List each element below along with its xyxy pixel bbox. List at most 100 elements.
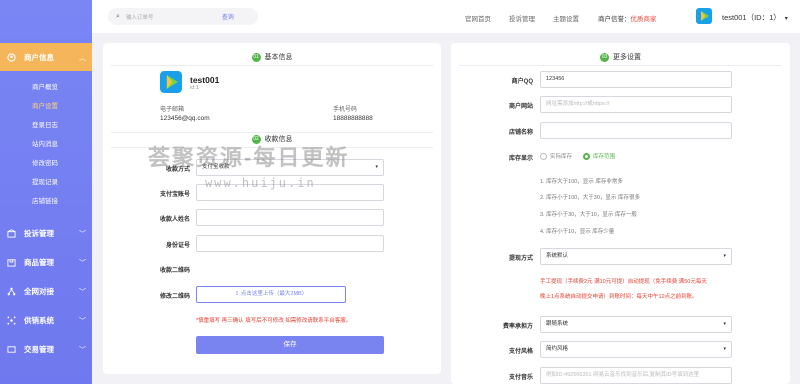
chevron-down-icon: ﹀ bbox=[79, 318, 86, 325]
stock-actual-radio[interactable]: 实际库存 bbox=[540, 152, 572, 160]
sidebar-group-label: 商品管理 bbox=[24, 258, 54, 267]
phone-label: 手机号码 bbox=[333, 107, 358, 113]
website-input[interactable]: 网址需添加http://或https:// bbox=[540, 96, 732, 113]
user-menu[interactable]: test001（ID：1） ▾ bbox=[722, 12, 788, 23]
radio-label: 库存范围 bbox=[593, 154, 616, 160]
qr-code-label: 收款二维码 bbox=[159, 268, 190, 274]
nav-theme[interactable]: 主题设置 bbox=[553, 13, 579, 23]
withdraw-select[interactable]: 系统默认 ▾ bbox=[540, 248, 732, 265]
stock-display-label: 库存显示 bbox=[508, 156, 533, 162]
merchant-rating: 商户信誉：优质商家 bbox=[598, 13, 657, 23]
sidebar-group-goods[interactable]: 商品管理 ﹀ bbox=[0, 248, 92, 277]
qq-input[interactable]: 123456 bbox=[540, 71, 732, 88]
chevron-up-icon: ︿ bbox=[79, 55, 86, 62]
sidebar-item-messages[interactable]: 站内消息 bbox=[0, 135, 92, 154]
qq-label: 商户QQ bbox=[511, 79, 533, 85]
withdraw-value: 系统默认 bbox=[546, 253, 569, 259]
goods-icon bbox=[6, 258, 16, 268]
sidebar-group-label: 投诉管理 bbox=[24, 229, 54, 238]
stock-hint: 3. 库存小于30，大于10，显示 库存一般 bbox=[540, 212, 637, 218]
divider bbox=[111, 132, 433, 133]
radio-circle bbox=[583, 152, 590, 160]
stock-hint: 1. 库存大于100，显示 库存非常多 bbox=[540, 179, 623, 185]
fee-bearer-value: 跟随系统 bbox=[546, 321, 569, 327]
fee-bearer-select[interactable]: 跟随系统 ▾ bbox=[540, 316, 732, 333]
sidebar-item-shop-link[interactable]: 店铺链接 bbox=[0, 192, 92, 211]
topbar: ⌕ 输入订单号 查询 官网首页 投诉管理 主题设置 商户信誉：优质商家 test… bbox=[92, 0, 800, 33]
sidebar-group-label: 交易管理 bbox=[24, 345, 54, 354]
pay-style-value: 简约风格 bbox=[546, 346, 569, 352]
section-more-header: 03 更多设置 bbox=[451, 52, 790, 62]
payee-name-input[interactable] bbox=[196, 209, 384, 226]
chevron-down-icon: ﹀ bbox=[79, 347, 86, 354]
sidebar-group-label: 供销系统 bbox=[24, 316, 54, 325]
chevron-down-icon: ﹀ bbox=[79, 231, 86, 238]
merchant-id: id:1 bbox=[190, 85, 199, 91]
trade-icon bbox=[6, 345, 16, 355]
sidebar-item-settings[interactable]: 商户设置 bbox=[0, 97, 92, 116]
website-label: 商户网站 bbox=[508, 104, 533, 110]
nav-complaints[interactable]: 投诉管理 bbox=[509, 13, 535, 23]
fee-bearer-label: 费率承担方 bbox=[502, 324, 533, 330]
username: test001（ID：1） bbox=[722, 13, 781, 22]
email-label: 电子邮箱 bbox=[160, 107, 185, 113]
withdraw-warning: 手工提现（手续费2元 满10元可提）自动提现（免手续费 满50元每天 bbox=[540, 279, 707, 285]
avatar bbox=[160, 71, 182, 93]
rating-value: 优质商家 bbox=[630, 16, 657, 23]
save-button[interactable]: 保存 bbox=[196, 336, 384, 354]
withdraw-warning: 晚上1点系统自动提交申请）到账时间：每天中午12点之前到账。 bbox=[540, 294, 698, 300]
section-title: 基本信息 bbox=[264, 54, 293, 61]
sidebar-group-supply[interactable]: 供销系统 ﹀ bbox=[0, 306, 92, 335]
qr-edit-label: 修改二维码 bbox=[159, 294, 190, 300]
pay-music-label: 支付音乐 bbox=[508, 375, 533, 381]
avatar[interactable] bbox=[696, 8, 712, 24]
account-card: 01 基本信息 test001 id:1 电子邮箱 123456@qq.com 手… bbox=[103, 43, 441, 374]
sidebar-item-password[interactable]: 修改密码 bbox=[0, 154, 92, 173]
sidebar-group-merchant[interactable]: 商户信息 ︿ bbox=[0, 43, 92, 71]
shop-name-input[interactable] bbox=[540, 122, 732, 139]
email-value: 123456@qq.com bbox=[160, 115, 210, 122]
rating-label: 商户信誉： bbox=[598, 16, 631, 23]
divider bbox=[459, 65, 782, 66]
complaint-icon bbox=[6, 229, 16, 239]
payment-warning: *慎重填写 再三确认 填写后不可修改 如需修改请联系平台客服。 bbox=[196, 318, 352, 324]
qr-upload-button[interactable]: ⇪ 点击这里上传（最大2MB） bbox=[196, 286, 346, 303]
pay-style-select[interactable]: 简约风格 ▾ bbox=[540, 341, 732, 358]
sidebar-item-login-log[interactable]: 登录日志 bbox=[0, 116, 92, 135]
network-icon bbox=[6, 287, 16, 297]
section-number: 03 bbox=[600, 52, 609, 62]
chevron-down-icon: ﹀ bbox=[79, 260, 86, 267]
store-icon bbox=[6, 52, 16, 62]
order-search: ⌕ 输入订单号 查询 bbox=[108, 8, 258, 25]
stock-hint: 4. 库存小于10，显示 库存少量 bbox=[540, 229, 615, 235]
sidebar-group-complaints[interactable]: 投诉管理 ﹀ bbox=[0, 219, 92, 248]
search-button[interactable]: 查询 bbox=[222, 12, 234, 21]
id-card-input[interactable] bbox=[196, 235, 384, 252]
sidebar-group-label: 全网对接 bbox=[24, 287, 54, 296]
upload-text: 点击这里上传（最大2MB） bbox=[240, 291, 308, 297]
withdraw-label: 提现方式 bbox=[508, 256, 533, 262]
section-title: 更多设置 bbox=[613, 54, 641, 61]
watermark: 荟聚资源-每日更新 bbox=[148, 145, 350, 170]
sidebar-group-network[interactable]: 全网对接 ﹀ bbox=[0, 277, 92, 306]
alipay-account-label: 支付宝账号 bbox=[159, 192, 190, 198]
sidebar-item-withdraw-log[interactable]: 提现记录 bbox=[0, 173, 92, 192]
stock-range-radio[interactable]: 库存范围 bbox=[583, 152, 615, 160]
search-icon: ⌕ bbox=[116, 12, 120, 20]
stock-hint: 2. 库存小于100，大于30，显示 库存很多 bbox=[540, 195, 640, 201]
chevron-down-icon: ▾ bbox=[375, 164, 378, 170]
more-settings-card: 03 更多设置 商户QQ 123456 商户网站 网址需添加http://或htt… bbox=[451, 43, 790, 384]
sidebar-group-label: 商户信息 bbox=[24, 52, 54, 62]
search-input[interactable]: 输入订单号 bbox=[126, 13, 222, 21]
nav-home[interactable]: 官网首页 bbox=[465, 13, 491, 23]
watermark-url: www.huiju.in bbox=[205, 176, 316, 190]
chevron-down-icon: ▾ bbox=[723, 321, 726, 327]
pay-music-input[interactable]: 例如ID:492566351 网易云音乐找到音乐后,复制其ID号填到这里 bbox=[540, 367, 732, 384]
sidebar-group-trade[interactable]: 交易管理 ﹀ bbox=[0, 335, 92, 364]
radio-circle bbox=[540, 152, 547, 160]
radio-label: 实际库存 bbox=[550, 154, 573, 160]
sidebar-item-overview[interactable]: 商户概览 bbox=[0, 78, 92, 97]
chevron-down-icon: ▾ bbox=[723, 253, 726, 259]
section-number: 01 bbox=[251, 52, 261, 62]
pay-style-label: 支付风格 bbox=[508, 349, 533, 355]
